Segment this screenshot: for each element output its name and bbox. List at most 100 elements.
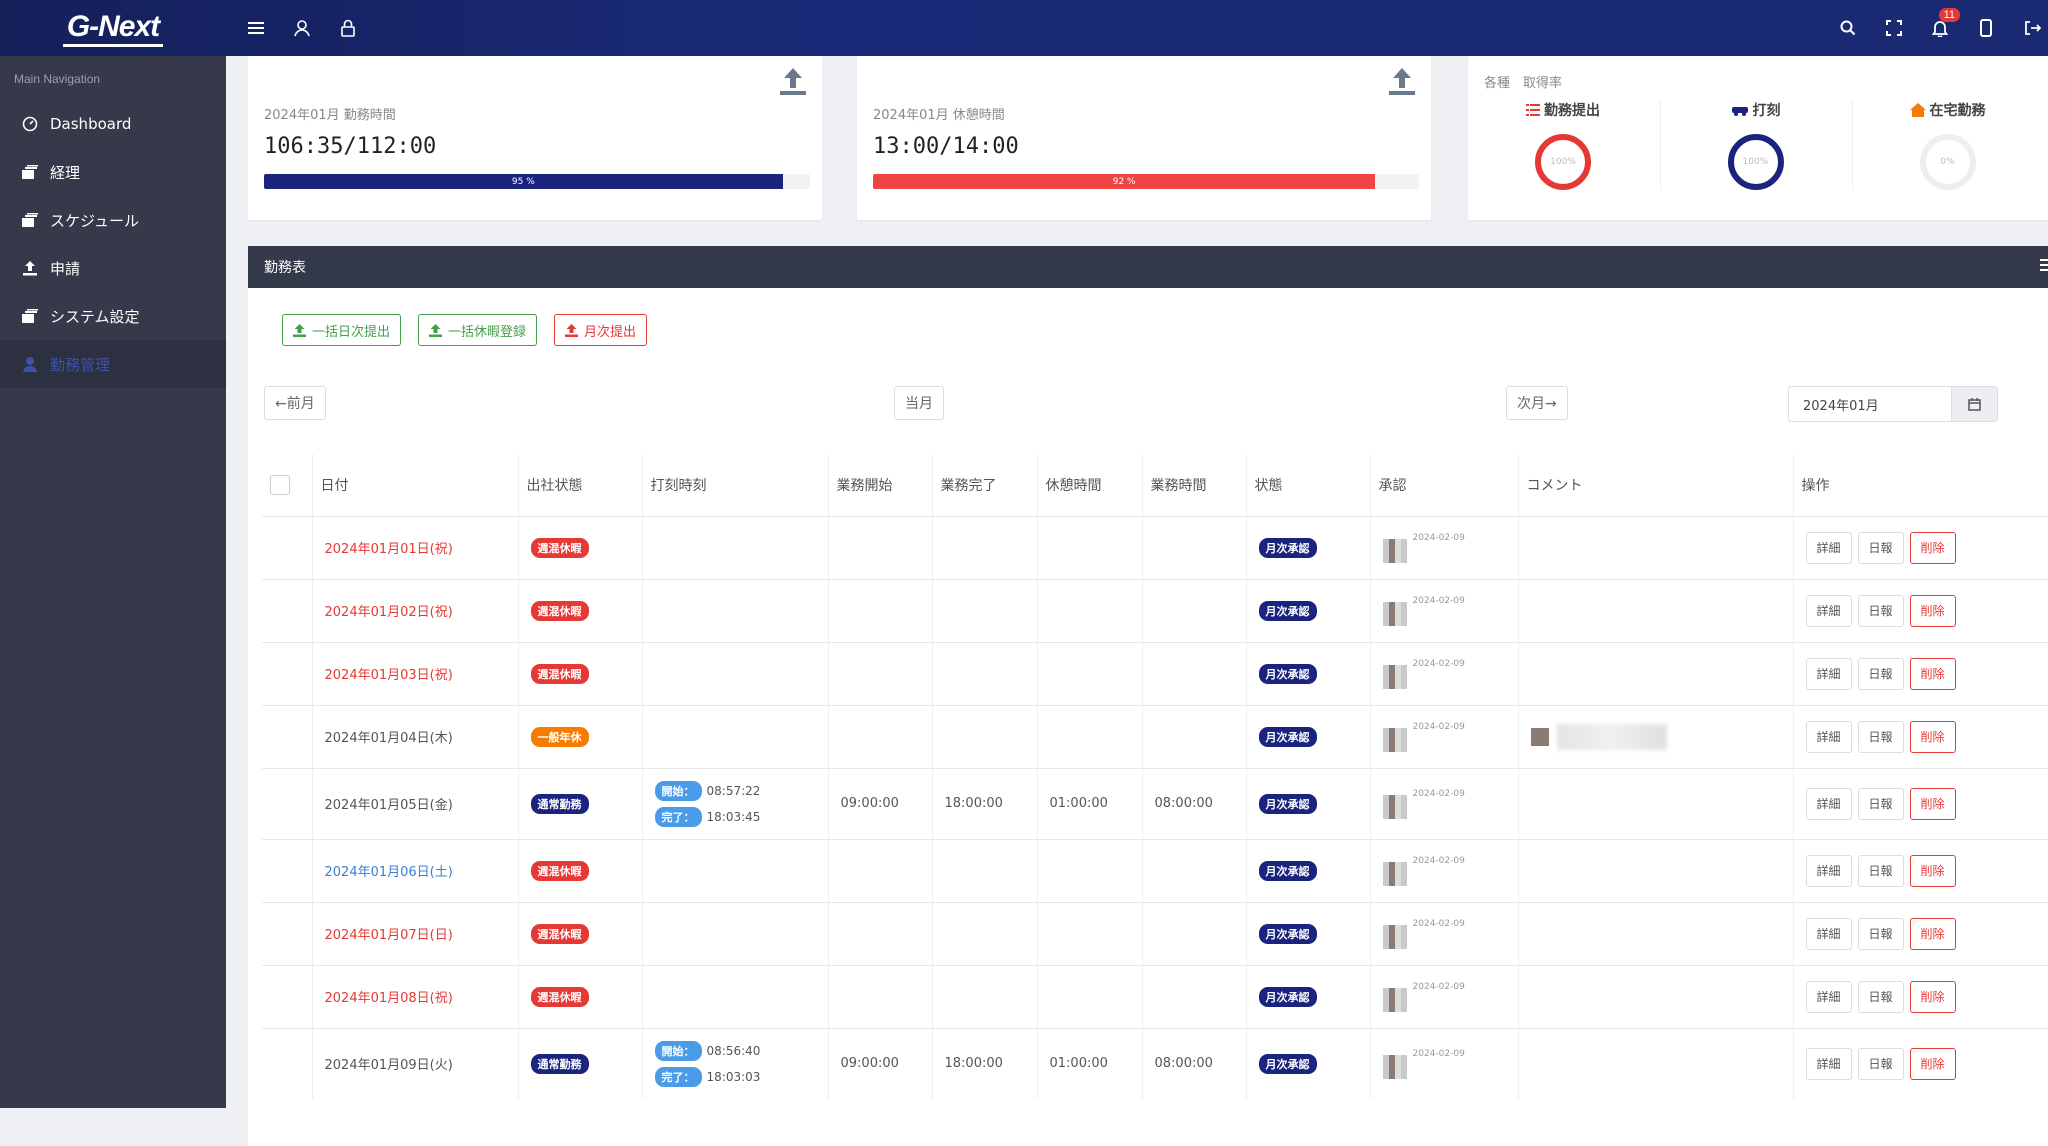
mobile-icon[interactable]	[1974, 16, 1998, 40]
date-cell[interactable]: 2024年01月08日(祝)	[312, 964, 519, 1028]
approval-date: 2024-02-09	[1412, 595, 1465, 606]
prev-month-button[interactable]: ←前月	[264, 386, 326, 420]
approver-avatar	[1382, 727, 1407, 752]
attendance-table: 日付 出社状態 打刻時刻 業務開始 業務完了 休憩時間 業務時間 状態 承認 コ…	[262, 454, 2048, 1099]
approval-date: 2024-02-09	[1412, 1048, 1465, 1059]
date-cell[interactable]: 2024年01月06日(土)	[312, 838, 519, 902]
daily-report-button[interactable]: 日報	[1857, 594, 1904, 627]
delete-button[interactable]: 削除	[1909, 917, 1956, 950]
rate-value: 0%	[1940, 157, 1955, 167]
current-month-button[interactable]: 当月	[894, 386, 944, 420]
detail-button[interactable]: 詳細	[1805, 531, 1852, 564]
detail-button[interactable]: 詳細	[1805, 787, 1852, 820]
detail-button[interactable]: 詳細	[1805, 980, 1852, 1013]
logout-icon[interactable]	[2020, 16, 2044, 40]
delete-button[interactable]: 削除	[1909, 1047, 1956, 1080]
work-start-cell	[828, 578, 933, 642]
daily-report-button[interactable]: 日報	[1857, 531, 1904, 564]
delete-button[interactable]: 削除	[1909, 787, 1956, 820]
date-cell[interactable]: 2024年01月01日(祝)	[312, 515, 519, 579]
hamburger-menu-icon[interactable]	[244, 16, 268, 40]
month-input[interactable]: 2024年01月	[1789, 395, 1951, 414]
sidebar-item-label: スケジュール	[50, 211, 139, 230]
daily-report-button[interactable]: 日報	[1857, 854, 1904, 887]
daily-report-button[interactable]: 日報	[1857, 980, 1904, 1013]
menu-icon[interactable]	[2040, 258, 2048, 272]
daily-report-button[interactable]: 日報	[1857, 720, 1904, 753]
delete-button[interactable]: 削除	[1909, 854, 1956, 887]
rate-name: 勤務提出	[1544, 103, 1600, 119]
detail-button[interactable]: 詳細	[1805, 917, 1852, 950]
monthly-submit-button[interactable]: 月次提出	[554, 314, 648, 346]
delete-button[interactable]: 削除	[1909, 720, 1956, 753]
upload-icon[interactable]	[778, 66, 808, 102]
approval-date: 2024-02-09	[1412, 788, 1465, 799]
work-end-cell: 18:00:00	[932, 767, 1038, 839]
sidebar-item-label: 勤務管理	[50, 355, 111, 374]
bulk-daily-submit-button[interactable]: 一括日次提出	[282, 314, 402, 346]
fullscreen-icon[interactable]	[1882, 16, 1906, 40]
break-cell	[1037, 578, 1143, 642]
break-cell	[1037, 838, 1143, 902]
notification-bell-icon[interactable]: 11	[1928, 8, 1960, 40]
sidebar-item-application[interactable]: 申請	[0, 244, 226, 292]
detail-button[interactable]: 詳細	[1805, 720, 1852, 753]
delete-button[interactable]: 削除	[1909, 531, 1956, 564]
upload-icon[interactable]	[1387, 66, 1417, 102]
attendance-status-badge: 通常勤務	[530, 793, 589, 814]
search-icon[interactable]	[1836, 16, 1860, 40]
main-content: 2024年01月 勤務時間 106:35/112:00 95 % 2024年01…	[226, 56, 2048, 1146]
table-row: 2024年01月08日(祝) 週混休暇 月次承認 2024-02-09 詳細 日報…	[262, 964, 2048, 1028]
date-cell[interactable]: 2024年01月05日(金)	[312, 767, 519, 839]
daily-report-button[interactable]: 日報	[1857, 787, 1904, 820]
state-badge: 月次承認	[1258, 986, 1317, 1007]
approval-date: 2024-02-09	[1412, 855, 1465, 866]
lock-icon[interactable]	[336, 16, 360, 40]
column-header: 日付	[312, 454, 519, 516]
delete-button[interactable]: 削除	[1909, 980, 1956, 1013]
bulk-leave-register-button[interactable]: 一括休暇登録	[418, 314, 538, 346]
detail-button[interactable]: 詳細	[1805, 594, 1852, 627]
sidebar-item-schedule[interactable]: スケジュール	[0, 196, 226, 244]
home-icon	[1909, 103, 1926, 117]
dashboard-icon	[22, 116, 38, 132]
column-header: 業務時間	[1142, 454, 1247, 516]
sidebar-item-accounting[interactable]: 経理	[0, 148, 226, 196]
calendar-icon[interactable]	[1951, 387, 1997, 421]
detail-button[interactable]: 詳細	[1805, 657, 1852, 690]
work-time-progress: 95 %	[264, 174, 810, 189]
select-all-checkbox[interactable]	[270, 474, 290, 495]
date-cell[interactable]: 2024年01月07日(日)	[312, 901, 519, 965]
work-end-cell	[932, 704, 1038, 768]
table-row: 2024年01月01日(祝) 週混休暇 月次承認 2024-02-09 詳細 日報…	[262, 515, 2048, 579]
car-icon	[1731, 107, 1748, 116]
date-cell[interactable]: 2024年01月02日(祝)	[312, 578, 519, 642]
sidebar-item-attendance[interactable]: 勤務管理	[0, 340, 226, 388]
attendance-status-badge: 週混休暇	[530, 860, 589, 881]
break-cell	[1037, 704, 1143, 768]
break-time-progress: 92 %	[873, 174, 1419, 189]
sidebar-item-dashboard[interactable]: Dashboard	[0, 100, 226, 148]
state-badge: 月次承認	[1258, 726, 1317, 747]
delete-button[interactable]: 削除	[1909, 594, 1956, 627]
column-header: 状態	[1246, 454, 1371, 516]
daily-report-button[interactable]: 日報	[1857, 1047, 1904, 1080]
detail-button[interactable]: 詳細	[1805, 1047, 1852, 1080]
month-picker[interactable]: 2024年01月	[1788, 386, 1998, 422]
daily-report-button[interactable]: 日報	[1857, 917, 1904, 950]
date-cell[interactable]: 2024年01月03日(祝)	[312, 641, 519, 705]
daily-report-button[interactable]: 日報	[1857, 657, 1904, 690]
detail-button[interactable]: 詳細	[1805, 854, 1852, 887]
logo[interactable]: G-Next	[0, 0, 226, 56]
sidebar-item-label: 申請	[50, 259, 81, 278]
table-row: 2024年01月04日(木) 一般年休 月次承認 2024-02-09 詳細 日報…	[262, 704, 2048, 768]
state-badge: 月次承認	[1258, 793, 1317, 814]
date-cell[interactable]: 2024年01月04日(木)	[312, 704, 519, 768]
table-row: 2024年01月07日(日) 週混休暇 月次承認 2024-02-09 詳細 日報…	[262, 901, 2048, 965]
date-cell[interactable]: 2024年01月09日(火)	[312, 1027, 519, 1099]
next-month-button[interactable]: 次月→	[1506, 386, 1568, 420]
sidebar-item-system-settings[interactable]: システム設定	[0, 292, 226, 340]
user-icon[interactable]	[290, 16, 314, 40]
delete-button[interactable]: 削除	[1909, 657, 1956, 690]
logo-text: G-Next	[62, 10, 164, 47]
